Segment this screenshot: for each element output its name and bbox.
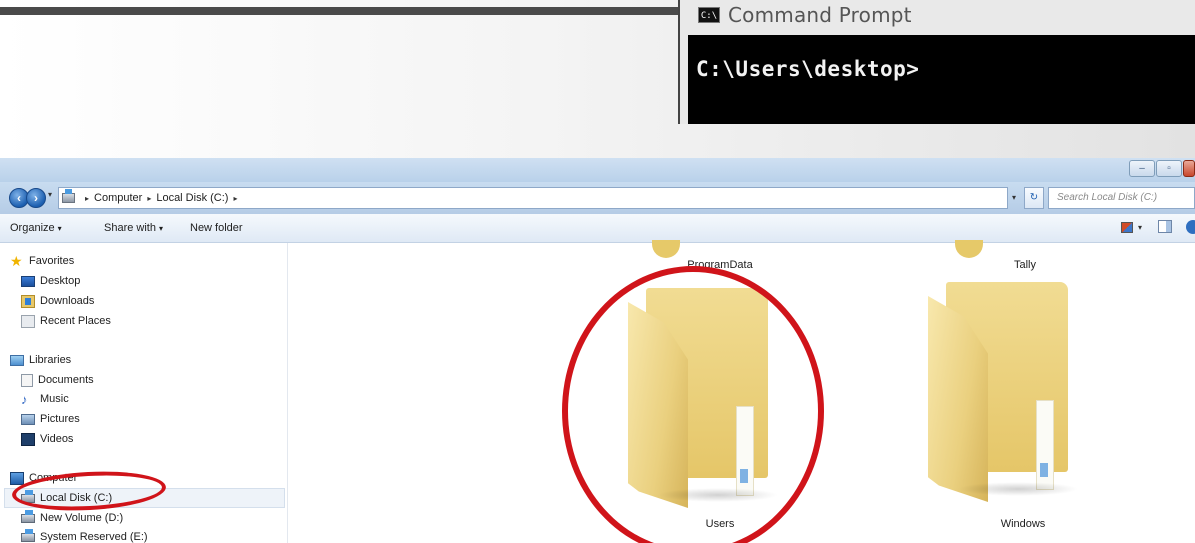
address-bar[interactable]: ▸ Computer ▸ Local Disk (C:) ▸ bbox=[58, 187, 1008, 209]
sidebar-item-new-volume[interactable]: New Volume (D:) bbox=[21, 509, 123, 527]
folder-label-windows[interactable]: Windows bbox=[943, 518, 1103, 530]
sidebar-item-label: Pictures bbox=[40, 413, 80, 425]
search-input[interactable]: Search Local Disk (C:) bbox=[1048, 187, 1195, 209]
folder-label-tally[interactable]: Tally bbox=[945, 259, 1105, 271]
sidebar-item-system-reserved[interactable]: System Reserved (E:) bbox=[21, 528, 148, 543]
recent-pages-dropdown[interactable]: ▾ bbox=[48, 190, 52, 199]
refresh-button[interactable]: ↻ bbox=[1024, 187, 1044, 209]
preview-pane-icon[interactable] bbox=[1158, 220, 1172, 233]
star-icon: ★ bbox=[10, 252, 23, 269]
sidebar-item-music[interactable]: ♪ Music bbox=[21, 390, 69, 408]
music-icon: ♪ bbox=[21, 391, 28, 407]
chevron-right-icon[interactable]: ▸ bbox=[85, 194, 89, 203]
sidebar-item-label: Desktop bbox=[40, 275, 81, 287]
command-prompt-window[interactable]: C:\ Command Prompt C:\Users\desktop> bbox=[678, 0, 1195, 124]
minimize-button[interactable]: – bbox=[1129, 160, 1155, 177]
chevron-down-icon: ▾ bbox=[57, 224, 62, 233]
chevron-right-icon[interactable]: ▸ bbox=[147, 194, 151, 203]
sidebar-item-label: Videos bbox=[40, 433, 74, 445]
forward-button[interactable]: › bbox=[26, 188, 46, 208]
sidebar-item-label: Documents bbox=[38, 374, 94, 386]
help-icon[interactable] bbox=[1186, 220, 1195, 234]
command-prompt-titlebar[interactable]: C:\ Command Prompt bbox=[698, 3, 912, 27]
chevron-down-icon[interactable]: ▾ bbox=[1138, 223, 1142, 232]
command-prompt-title: Command Prompt bbox=[728, 3, 912, 27]
window-controls: – ▫ bbox=[1129, 160, 1195, 177]
favorites-label: Favorites bbox=[29, 255, 75, 267]
sidebar-item-videos[interactable]: Videos bbox=[21, 430, 73, 448]
explorer-titlebar[interactable]: – ▫ bbox=[0, 158, 1195, 182]
documents-icon bbox=[21, 373, 33, 387]
sidebar-item-label: System Reserved (E:) bbox=[40, 531, 148, 543]
videos-icon bbox=[21, 432, 35, 446]
address-row: ‹ › ▾ ▸ Computer ▸ Local Disk (C:) ▸ ▾ ↻… bbox=[0, 182, 1195, 214]
sidebar-item-label: New Volume (D:) bbox=[40, 512, 124, 524]
sidebar-item-downloads[interactable]: Downloads bbox=[21, 292, 94, 310]
disk-icon bbox=[21, 509, 35, 523]
close-button[interactable] bbox=[1183, 160, 1195, 177]
sidebar-item-pictures[interactable]: Pictures bbox=[21, 410, 80, 428]
maximize-button[interactable]: ▫ bbox=[1156, 160, 1182, 177]
libraries-icon bbox=[10, 354, 24, 366]
libraries-header[interactable]: Libraries bbox=[10, 351, 71, 369]
sidebar-item-label: Recent Places bbox=[40, 315, 111, 327]
chevron-down-icon: ▾ bbox=[158, 224, 163, 233]
folder-shadow bbox=[958, 482, 1078, 496]
sidebar-item-documents[interactable]: Documents bbox=[21, 371, 94, 389]
sidebar-item-label: Music bbox=[40, 393, 69, 405]
folder-paper bbox=[1036, 400, 1054, 490]
share-with-label: Share with bbox=[104, 222, 156, 234]
organize-button[interactable]: Organize ▾ bbox=[10, 222, 62, 234]
desktop-icon bbox=[21, 275, 35, 287]
downloads-icon bbox=[21, 294, 35, 308]
highlight-ring-users bbox=[562, 266, 824, 543]
breadcrumb-local-disk[interactable]: Local Disk (C:) bbox=[156, 192, 228, 204]
libraries-label: Libraries bbox=[29, 354, 72, 366]
sidebar-item-recent-places[interactable]: Recent Places bbox=[21, 312, 111, 330]
organize-label: Organize bbox=[10, 222, 55, 234]
pictures-icon bbox=[21, 413, 35, 425]
computer-icon bbox=[10, 471, 24, 485]
favorites-header[interactable]: ★ Favorites bbox=[10, 252, 74, 270]
command-prompt-console[interactable]: C:\Users\desktop> bbox=[688, 35, 1195, 124]
share-with-button[interactable]: Share with ▾ bbox=[104, 222, 163, 234]
recent-places-icon bbox=[21, 314, 35, 328]
command-prompt-icon: C:\ bbox=[698, 7, 720, 23]
sidebar-item-label: Downloads bbox=[40, 295, 95, 307]
disk-icon bbox=[21, 528, 35, 542]
address-history-dropdown[interactable]: ▾ bbox=[1012, 193, 1016, 202]
folder-windows[interactable] bbox=[928, 282, 1078, 502]
chevron-right-icon[interactable]: ▸ bbox=[233, 194, 237, 203]
new-folder-button[interactable]: New folder bbox=[190, 222, 243, 234]
sidebar-item-desktop[interactable]: Desktop bbox=[21, 272, 80, 290]
change-view-icon[interactable] bbox=[1121, 222, 1133, 233]
command-prompt-line: C:\Users\desktop> bbox=[696, 57, 920, 81]
command-toolbar: Organize ▾ Share with ▾ New folder ▾ bbox=[0, 214, 1195, 243]
breadcrumb-computer[interactable]: Computer bbox=[94, 192, 142, 204]
drive-icon bbox=[62, 189, 75, 203]
